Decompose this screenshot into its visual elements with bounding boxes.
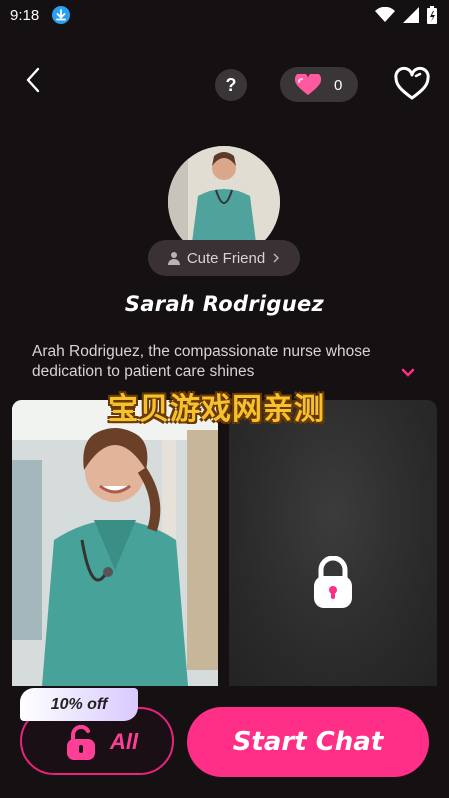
badge-label: Cute Friend xyxy=(186,249,266,267)
coin-balance[interactable]: 0 xyxy=(280,67,358,102)
person-icon xyxy=(167,252,180,265)
help-icon[interactable]: ? xyxy=(215,69,247,101)
locked-gallery-photo[interactable] xyxy=(229,400,437,686)
start-chat-button[interactable]: Start Chat xyxy=(187,707,429,777)
discount-badge: 10% off xyxy=(20,688,138,721)
signal-icon xyxy=(403,7,419,23)
gallery-photo[interactable] xyxy=(12,400,218,686)
favorite-icon[interactable] xyxy=(393,66,431,102)
watermark: 宝贝游戏网亲测 xyxy=(108,392,325,427)
lock-icon[interactable] xyxy=(312,555,354,610)
character-description: Arah Rodriguez, the compassionate nurse … xyxy=(32,343,371,380)
back-icon[interactable] xyxy=(22,66,46,94)
unlock-all-label: All xyxy=(110,729,139,754)
wifi-icon xyxy=(375,7,395,22)
coin-count: 0 xyxy=(334,77,343,94)
chevron-down-icon[interactable] xyxy=(398,362,418,382)
status-bar: 9:18 xyxy=(0,0,449,32)
heart-coin-icon xyxy=(294,74,322,95)
lock-icon xyxy=(67,725,95,760)
battery-icon xyxy=(427,6,437,24)
character-category-badge[interactable]: Cute Friend xyxy=(148,240,300,276)
character-name: Sarah Rodriguez xyxy=(124,292,325,316)
download-icon xyxy=(52,6,70,24)
status-time: 9:18 xyxy=(10,7,40,24)
chevron-right-icon xyxy=(273,253,280,263)
system-icons xyxy=(375,6,437,24)
